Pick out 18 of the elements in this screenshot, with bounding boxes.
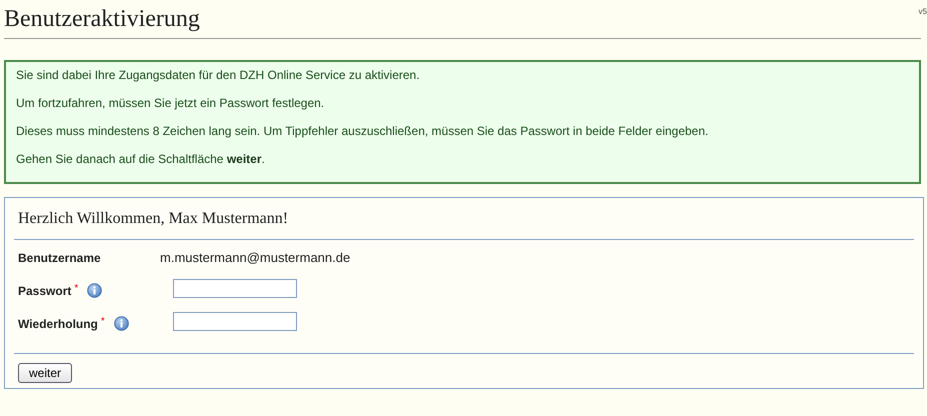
required-mark: * bbox=[74, 283, 78, 294]
password-field[interactable] bbox=[173, 312, 297, 331]
field-label: Wiederholung bbox=[18, 316, 98, 330]
version-label: v5 bbox=[918, 7, 927, 16]
form-heading: Herzlich Willkommen, Max Mustermann! bbox=[18, 210, 290, 228]
field-label: Passwort bbox=[18, 284, 72, 298]
notice-text: Gehen Sie danach auf die Schaltfläche weiter. bbox=[16, 152, 266, 167]
notice-text: Dieses muss mindestens 8 Zeichen lang sein. Um Tippfehler auszuschließen, müssen Sie das Passwort in beide Felder eingeben. bbox=[16, 124, 710, 139]
page-title: Benutzeraktivierung bbox=[4, 6, 200, 33]
notice-text: Sie sind dabei Ihre Zugangsdaten für den DZH Online Service zu aktivieren. bbox=[16, 68, 421, 83]
required-mark: * bbox=[100, 316, 105, 327]
info-icon[interactable] bbox=[87, 283, 102, 298]
password-field[interactable] bbox=[173, 279, 297, 298]
info-icon[interactable] bbox=[114, 316, 129, 331]
notice-text: Um fortzufahren, müssen Sie jetzt ein Passwort festlegen. bbox=[16, 96, 326, 111]
field-label: Benutzername bbox=[18, 250, 101, 264]
field-value: m.mustermann@mustermann.de bbox=[160, 250, 350, 265]
next-button[interactable]: weiter bbox=[18, 363, 72, 383]
